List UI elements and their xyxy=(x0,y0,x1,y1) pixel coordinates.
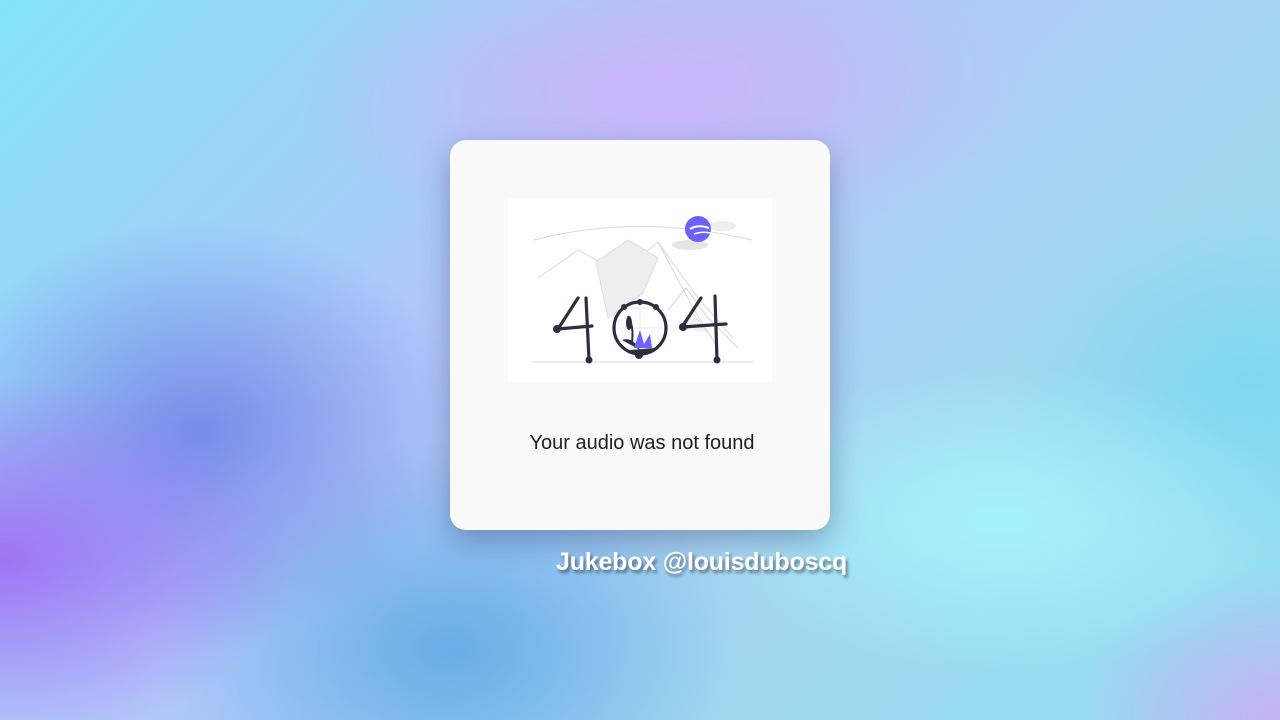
footer-credit: Jukebox @louisduboscq xyxy=(556,548,848,576)
not-found-illustration xyxy=(508,198,772,382)
error-message: Your audio was not found xyxy=(529,432,755,454)
404-illustration-icon xyxy=(532,216,753,364)
error-card: Your audio was not found xyxy=(450,140,830,530)
